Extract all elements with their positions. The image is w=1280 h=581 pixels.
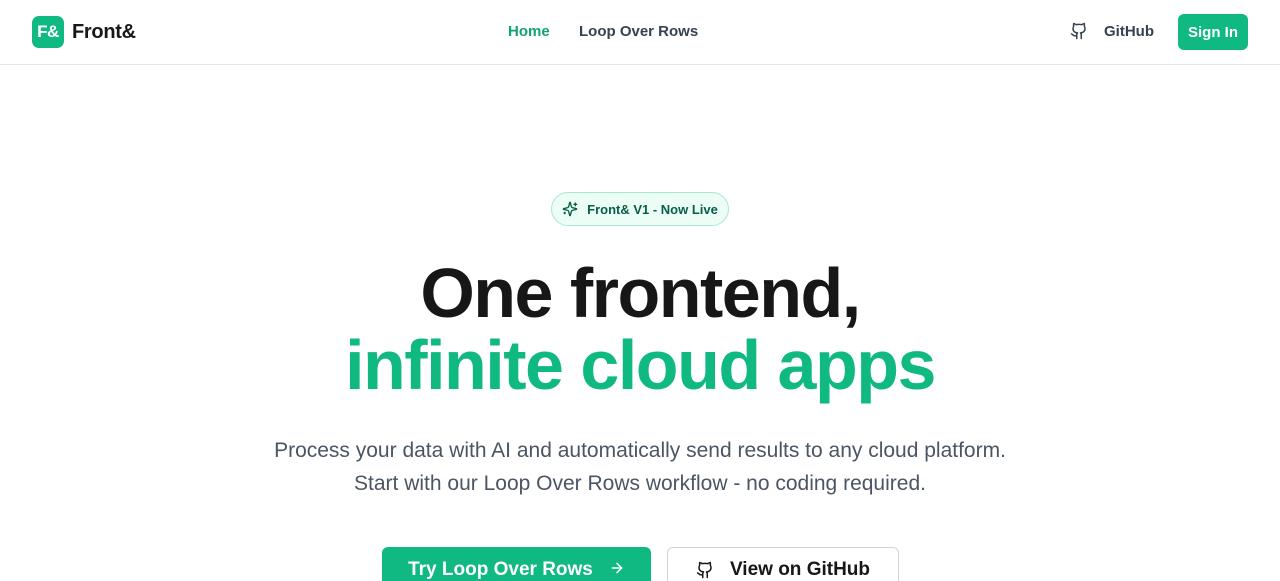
view-on-github-button[interactable]: View on GitHub (667, 547, 899, 581)
brand-logo-mark: F& (32, 16, 64, 48)
subtitle-line-2: Start with our Loop Over Rows workflow -… (354, 472, 926, 495)
sign-in-button[interactable]: Sign In (1178, 14, 1248, 50)
sparkles-icon (562, 201, 578, 217)
headline-line-1: One frontend, (420, 254, 861, 332)
nav-home[interactable]: Home (508, 23, 550, 40)
arrow-right-icon (609, 560, 625, 581)
nav-loop-over-rows[interactable]: Loop Over Rows (579, 23, 698, 40)
github-icon (1070, 22, 1088, 40)
headline-line-2: infinite cloud apps (345, 326, 936, 404)
release-badge: Front& V1 - Now Live (551, 192, 729, 226)
github-link[interactable]: GitHub (1070, 22, 1154, 40)
brand-logo-link[interactable]: F& Front& (32, 16, 136, 48)
release-badge-text: Front& V1 - Now Live (587, 201, 718, 217)
try-loop-over-rows-label: Try Loop Over Rows (408, 559, 593, 580)
try-loop-over-rows-button[interactable]: Try Loop Over Rows (382, 547, 651, 581)
github-icon (696, 561, 714, 579)
view-on-github-label: View on GitHub (729, 559, 871, 580)
brand-name: Front& (72, 20, 136, 43)
subtitle-line-1: Process your data with AI and automatica… (274, 439, 1006, 462)
github-link-label: GitHub (1104, 22, 1154, 40)
site-header: F& Front& Home Loop Over Rows GitHub Sig… (0, 0, 1280, 65)
